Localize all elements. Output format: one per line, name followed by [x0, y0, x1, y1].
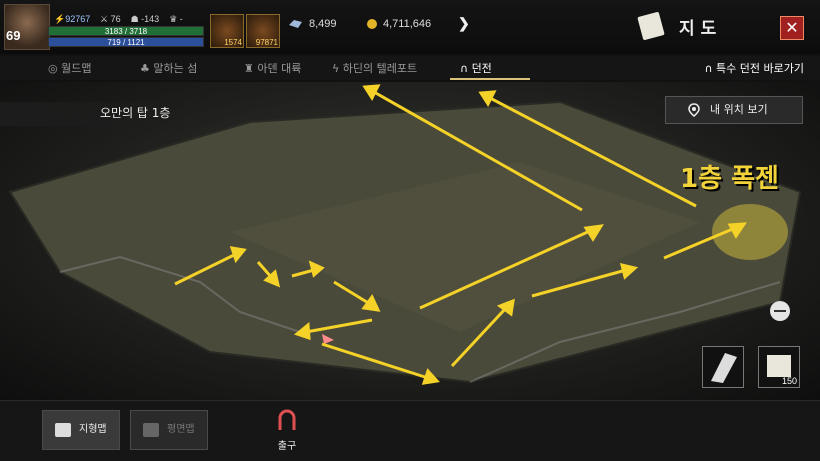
exit-arch-icon — [278, 409, 296, 430]
active-tab-indicator — [450, 78, 530, 80]
map-scroll-icon — [637, 11, 665, 41]
terrain-map-button[interactable]: 지형맵 — [42, 410, 120, 450]
dungeon-map[interactable]: 오만의 탑 1층 내 위치 보기 1층 폭젠 150 — [0, 82, 820, 400]
tab-hardin-teleport[interactable]: ϟ 하딘의 텔레포트 — [332, 60, 417, 76]
my-location-button[interactable]: 내 위치 보기 — [665, 96, 803, 124]
map-tabs: ◎ 월드맵 ♣ 말하는 섬 ♜ 아덴 대륙 ϟ 하딘의 텔레포트 ∩ 던전 ∩ … — [0, 56, 820, 80]
globe-icon: ◎ — [48, 62, 62, 75]
gold-coin-icon — [367, 19, 377, 29]
arch-icon: ∩ — [460, 62, 472, 75]
location-pin-icon — [688, 103, 700, 117]
zoom-out-button[interactable] — [770, 301, 790, 321]
tab-talking-island[interactable]: ♣ 말하는 섬 — [140, 60, 197, 76]
player-level: 69 — [6, 28, 21, 43]
helmet-icon: ☗ — [130, 14, 142, 24]
close-button[interactable]: ✕ — [780, 16, 804, 40]
combat-power: ⚡92767 — [54, 14, 91, 24]
bottom-bar: 지형맵 평면맵 출구 — [0, 400, 820, 461]
boss-spawn-label: 1층 폭젠 — [680, 164, 779, 194]
top-hud: 69 ⚡92767 ⚔ 76 ☗ -143 ♛ - 3183 / 3718 71… — [0, 0, 820, 54]
trophy-icon: ♛ — [169, 14, 180, 24]
page-title: 지도 — [679, 19, 723, 39]
castle-icon: ♜ — [244, 62, 258, 75]
stat-a: ⚔ 76 — [100, 14, 121, 24]
power-icon: ⚡ — [54, 14, 66, 24]
flat-map-button[interactable]: 평면맵 — [130, 410, 208, 450]
stat-b: ☗ -143 — [130, 14, 160, 24]
map-icon — [55, 423, 71, 437]
arch-icon: ∩ — [704, 62, 717, 75]
lightning-icon: ϟ — [332, 62, 343, 75]
sword-icon: ⚔ — [100, 14, 111, 24]
map-terrain — [8, 84, 802, 385]
exit-button[interactable]: 출구 — [272, 409, 302, 452]
gold-currency: 4,711,646 — [366, 18, 431, 30]
crystal-icon — [289, 20, 302, 28]
tab-aden[interactable]: ♜ 아덴 대륙 — [244, 60, 301, 76]
skill-slot-1[interactable] — [702, 346, 744, 388]
hp-bar: 3183 / 3718 — [48, 26, 204, 36]
feather-slot[interactable]: 97871 — [246, 14, 280, 48]
floor-label: 오만의 탑 1층 — [0, 102, 230, 126]
stat-c: ♛ - — [169, 14, 183, 24]
mp-bar: 719 / 1121 — [48, 37, 204, 47]
currency-more-button[interactable]: ❯ — [458, 15, 470, 32]
tree-icon: ♣ — [140, 62, 154, 75]
crystal-currency: 8,499 — [288, 18, 337, 30]
tab-world-map[interactable]: ◎ 월드맵 — [48, 60, 91, 76]
tab-dungeon[interactable]: ∩ 던전 — [460, 60, 492, 76]
special-dungeon-link[interactable]: ∩ 특수 던전 바로가기 — [704, 60, 804, 76]
stats-row: ⚔ 76 ☗ -143 ♛ - — [100, 14, 183, 25]
skill-slot-2[interactable]: 150 — [758, 346, 800, 388]
map-icon — [143, 423, 159, 437]
potion-slot[interactable]: 1574 — [210, 14, 244, 48]
dark-skill-icon — [711, 353, 737, 383]
